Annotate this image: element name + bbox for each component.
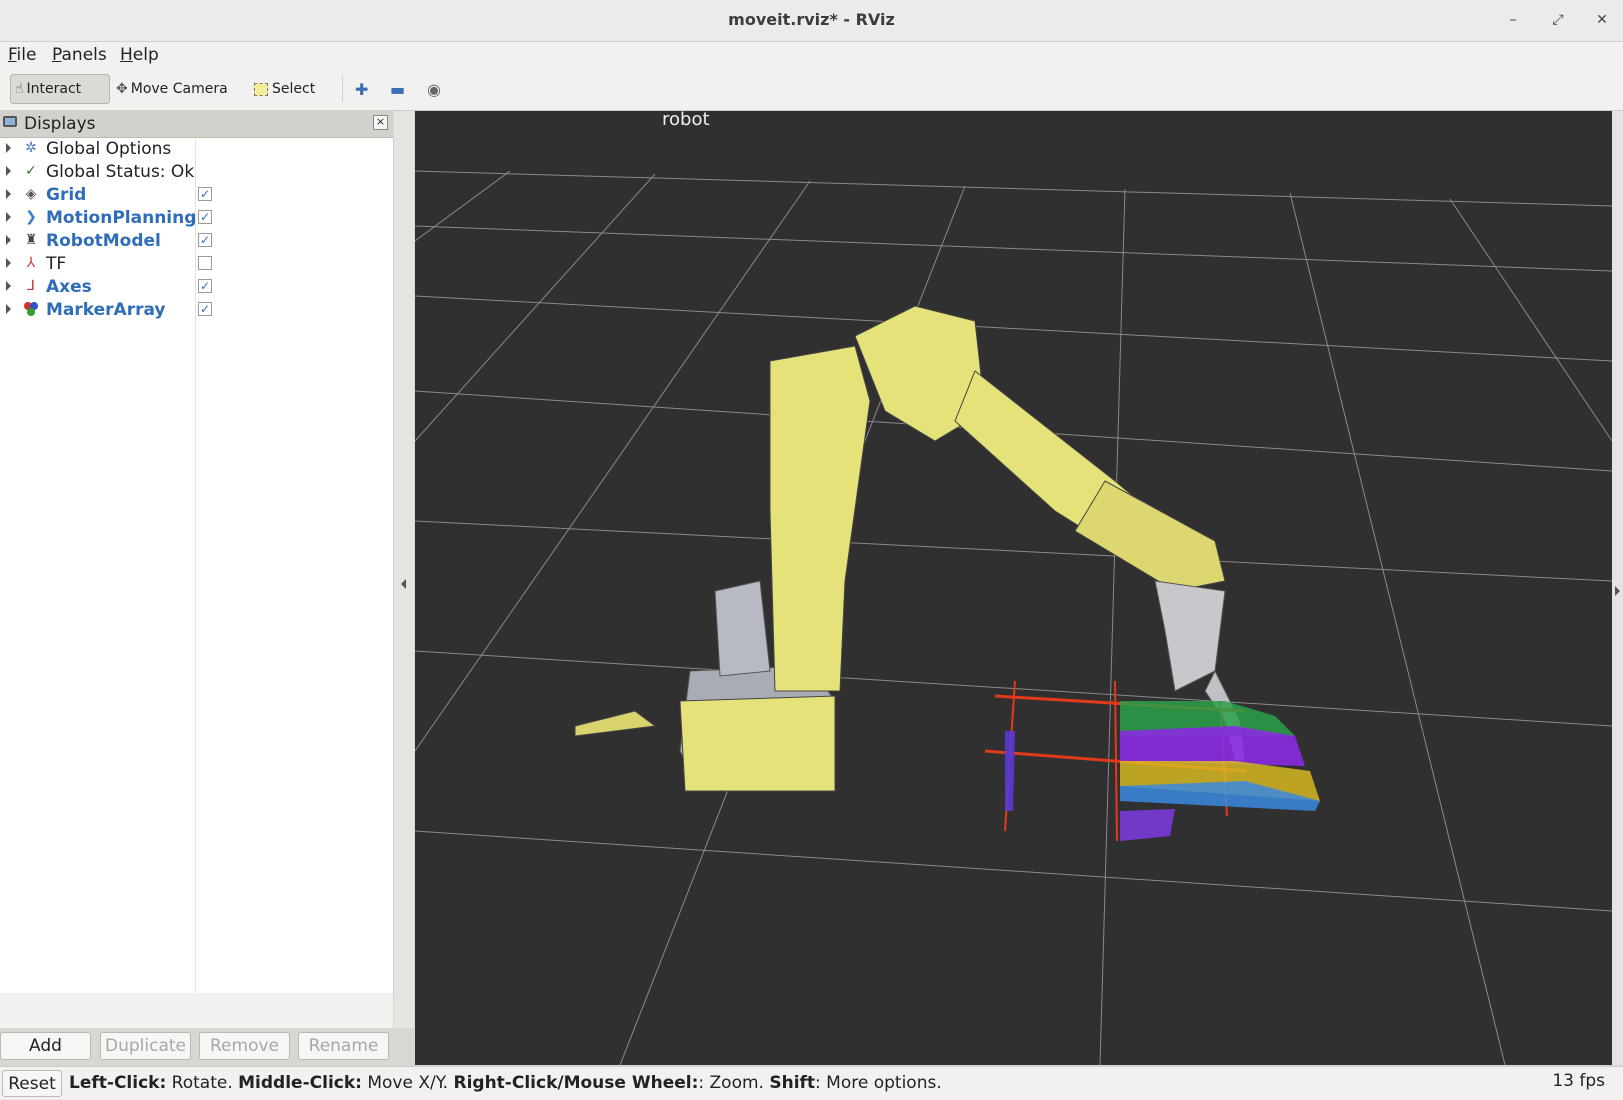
remove-button[interactable]: Remove (199, 1032, 290, 1060)
toolbar-separator (342, 76, 343, 102)
hint-shift-key: Shift (769, 1073, 816, 1093)
display-checkbox[interactable] (198, 256, 212, 270)
status-bar: Reset Left-Click: Rotate. Middle-Click: … (0, 1066, 1623, 1100)
display-checkbox[interactable]: ✓ (198, 279, 212, 293)
hint-right-text: : Zoom. (698, 1073, 770, 1093)
menu-panels[interactable]: Panels (52, 45, 107, 65)
select-icon (254, 82, 268, 96)
display-row-marker-array[interactable]: MarkerArray ✓ (0, 299, 393, 322)
add-button[interactable]: Add (0, 1032, 91, 1060)
collapse-left-icon[interactable] (401, 579, 406, 589)
motion-planning-icon: ❯ (25, 209, 37, 225)
reset-button[interactable]: Reset (2, 1070, 62, 1097)
displays-title: Displays (24, 114, 96, 134)
gear-icon: ✲ (25, 140, 37, 156)
expand-arrow-icon[interactable] (6, 189, 11, 199)
checkmark-icon: ✓ (25, 163, 37, 179)
expand-arrow-icon[interactable] (6, 166, 11, 176)
hint-right-key: Right-Click/Mouse Wheel: (453, 1073, 699, 1093)
tf-axes-icon: ⅄ (26, 255, 36, 271)
viewport-frame-label: robot (662, 111, 710, 130)
maximize-icon[interactable]: ⤢ (1548, 10, 1568, 30)
display-row-grid[interactable]: ◈ Grid ✓ (0, 184, 393, 207)
display-label: Grid (46, 185, 87, 205)
display-row-axes[interactable]: ⅃ Axes ✓ (0, 276, 393, 299)
panel-close-icon[interactable]: × (373, 115, 388, 130)
panel-splitter[interactable] (394, 111, 414, 1028)
display-label: TF (46, 254, 67, 274)
select-label: Select (272, 81, 316, 97)
fps-counter: 13 fps (1552, 1071, 1605, 1091)
display-checkbox[interactable]: ✓ (198, 187, 212, 201)
display-row-motion-planning[interactable]: ❯ MotionPlanning ✓ (0, 207, 393, 230)
displays-panel: Displays × ✲ Global Options ✓ Global Sta… (0, 111, 394, 1028)
display-label: Global Status: Ok (46, 162, 195, 182)
ground-grid (415, 170, 1612, 1065)
expand-arrow-icon[interactable] (6, 212, 11, 222)
column-separator (195, 138, 196, 993)
display-row-tf[interactable]: ⅄ TF (0, 253, 393, 276)
grid-icon: ◈ (25, 186, 37, 202)
close-icon[interactable]: ✕ (1592, 10, 1612, 30)
hint-shift-text: : More options. (815, 1073, 942, 1093)
displays-panel-header: Displays × (0, 111, 393, 138)
expand-arrow-icon[interactable] (6, 235, 11, 245)
display-label: MarkerArray (46, 300, 166, 320)
display-label: Global Options (46, 139, 172, 159)
expand-arrow-icon[interactable] (6, 281, 11, 291)
expand-arrow-icon[interactable] (6, 258, 11, 268)
move-camera-tool[interactable]: ✥ Move Camera (112, 74, 237, 104)
rename-button[interactable]: Rename (298, 1032, 389, 1060)
monitor-icon (3, 116, 17, 127)
interact-label: Interact (26, 81, 82, 97)
move-camera-icon: ✥ (116, 81, 128, 97)
robot-icon: ♜ (24, 232, 38, 248)
display-row-robot-model[interactable]: ♜ RobotModel ✓ (0, 230, 393, 253)
toolbar: ☝ Interact ✥ Move Camera Select ✚ ▬ ◉ (0, 68, 1623, 111)
displays-button-bar: Add Duplicate Remove Rename (0, 1030, 393, 1064)
title-bar: moveit.rviz* - RViz – ⤢ ✕ (0, 0, 1623, 42)
hint-left-key: Left-Click: (69, 1073, 167, 1093)
select-tool[interactable]: Select (250, 74, 325, 104)
scene-svg (415, 170, 1612, 1065)
displays-tree: ✲ Global Options ✓ Global Status: Ok ◈ G… (0, 138, 394, 993)
expand-right-icon[interactable] (1615, 586, 1620, 596)
menu-help[interactable]: Help (120, 45, 159, 65)
window-title: moveit.rviz* - RViz (728, 10, 895, 29)
menu-bar: File Panels Help (0, 42, 1623, 68)
right-splitter[interactable] (1612, 111, 1623, 1065)
axes-icon: ⅃ (27, 278, 35, 294)
render-viewport[interactable]: robot (415, 111, 1612, 1065)
display-checkbox[interactable]: ✓ (198, 233, 212, 247)
minimize-icon[interactable]: – (1503, 10, 1523, 30)
display-row-global-options[interactable]: ✲ Global Options (0, 138, 393, 161)
marker-array-icon (23, 301, 39, 317)
camera-type-icon[interactable]: ◉ (427, 80, 441, 99)
hint-left-text: Rotate. (166, 1073, 239, 1093)
remove-tool-icon[interactable]: ▬ (390, 80, 405, 99)
hint-middle-text: Move X/Y. (361, 1073, 454, 1093)
display-label: MotionPlanning (46, 208, 197, 228)
interact-tool[interactable]: ☝ Interact (10, 74, 110, 104)
display-label: Axes (46, 277, 92, 297)
hint-middle-key: Middle-Click: (238, 1073, 362, 1093)
display-checkbox[interactable]: ✓ (198, 302, 212, 316)
menu-file[interactable]: File (8, 45, 36, 65)
expand-arrow-icon[interactable] (6, 143, 11, 153)
add-tool-icon[interactable]: ✚ (355, 80, 368, 99)
display-checkbox[interactable]: ✓ (198, 210, 212, 224)
expand-arrow-icon[interactable] (6, 304, 11, 314)
display-row-global-status[interactable]: ✓ Global Status: Ok (0, 161, 393, 184)
move-camera-label: Move Camera (130, 81, 228, 97)
mouse-hint: Left-Click: Rotate. Middle-Click: Move X… (69, 1073, 942, 1093)
hand-icon: ☝ (15, 81, 24, 97)
duplicate-button[interactable]: Duplicate (100, 1032, 191, 1060)
display-label: RobotModel (46, 231, 161, 251)
